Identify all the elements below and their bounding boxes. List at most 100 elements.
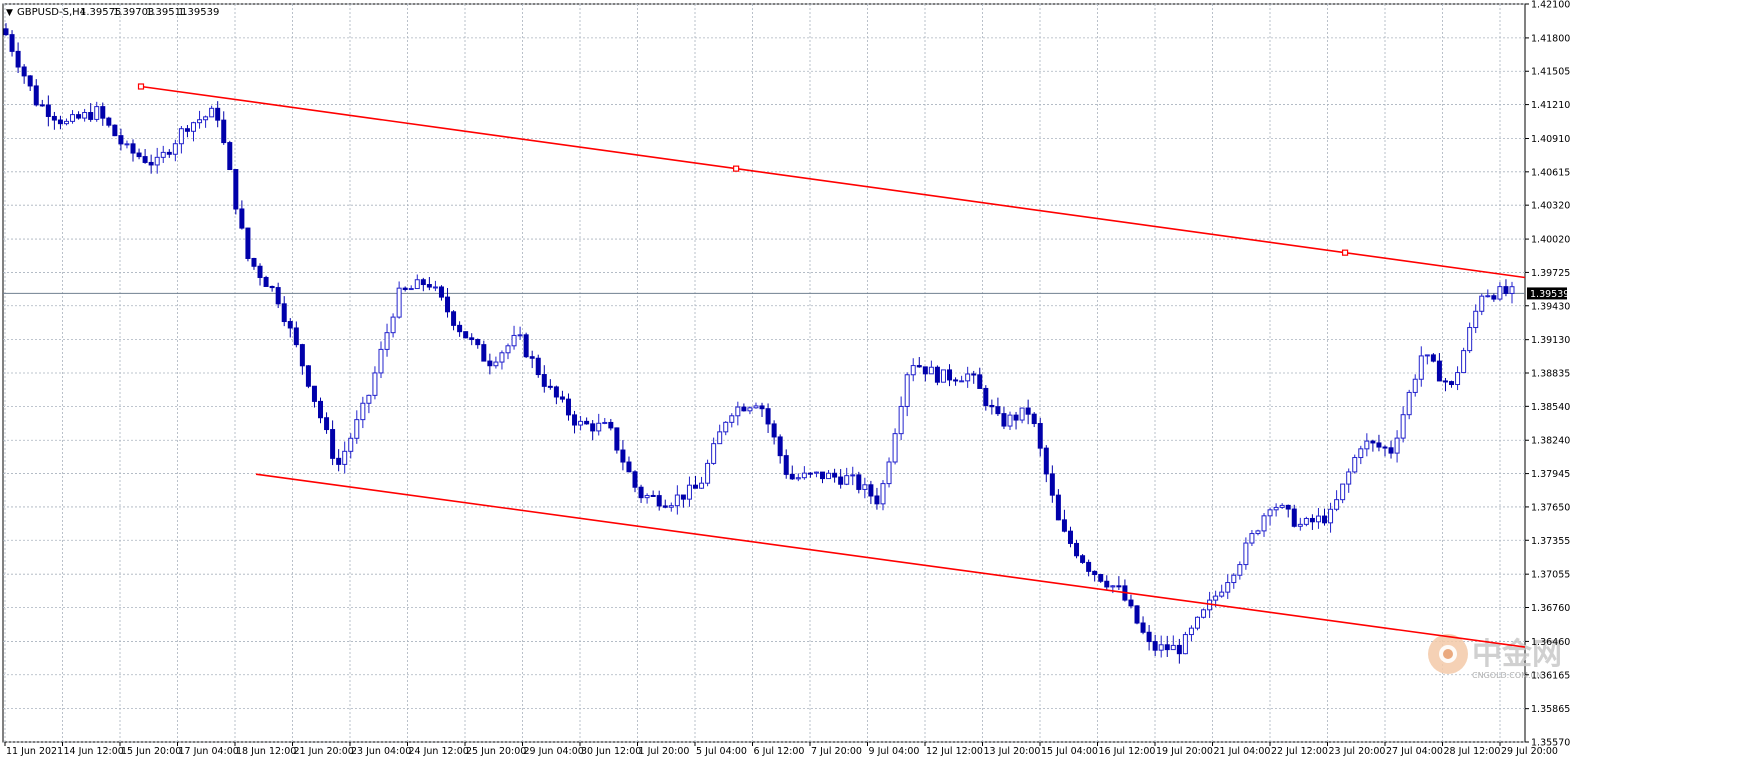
candle-body <box>523 334 529 358</box>
candle-body <box>747 407 753 412</box>
candle-body <box>432 286 438 289</box>
candle-body <box>160 151 166 158</box>
candle-body <box>130 143 136 154</box>
chart-menu-icon[interactable]: ▼ <box>6 8 13 18</box>
candle-body <box>505 345 511 354</box>
candle-body <box>590 423 596 432</box>
candle-body <box>783 455 789 475</box>
time-tick-label: 21 Jul 04:00 <box>1214 746 1271 757</box>
candle-body <box>1055 494 1061 521</box>
candle-body <box>1019 407 1025 421</box>
candle-body <box>57 119 63 125</box>
candle-body <box>801 472 807 479</box>
candle-body <box>172 143 178 155</box>
price-tick-label: 1.40910 <box>1531 134 1570 145</box>
candle-body <box>281 303 287 323</box>
candle-body <box>487 360 493 367</box>
candle-body <box>916 365 922 368</box>
candle-body <box>1080 555 1086 563</box>
candle-body <box>880 483 886 505</box>
candle-body <box>910 365 916 376</box>
time-tick-label: 23 Jun 04:00 <box>351 746 411 757</box>
candle-body <box>1382 446 1388 449</box>
time-axis[interactable]: 11 Jun 2021 14 Jun 12:0015 Jun 20:0017 Ju… <box>4 742 1558 757</box>
candle-body <box>928 366 934 375</box>
candle-body <box>438 286 444 298</box>
candle-body <box>1188 627 1194 636</box>
trend-line-handle[interactable] <box>733 165 740 172</box>
candle-body <box>1152 641 1158 651</box>
trend-line-handle[interactable] <box>1341 249 1349 256</box>
candle-body <box>51 115 57 121</box>
candle-body <box>892 433 898 463</box>
candle-body <box>287 321 293 329</box>
candle-body <box>1455 372 1461 386</box>
candle-body <box>348 437 354 452</box>
chart-window[interactable]: 中金网 CNGOLD.COM.CN ▼ GBPUSD-S,H4 1.39575 … <box>0 0 1740 762</box>
candle-body <box>983 387 989 406</box>
candle-body <box>396 287 402 318</box>
candle-body <box>493 361 499 367</box>
time-tick-label: 30 Jun 12:00 <box>581 746 641 757</box>
candle-body <box>1037 423 1043 449</box>
candle-body <box>596 422 602 432</box>
candle-body <box>215 107 221 121</box>
candle-body <box>390 316 396 334</box>
candle-body <box>70 114 76 122</box>
candle-body <box>251 257 257 267</box>
candle-body <box>789 473 795 480</box>
candle-body <box>178 128 184 145</box>
candle-body <box>844 475 850 485</box>
candle-body <box>632 471 638 488</box>
candle-body <box>723 421 729 433</box>
candle-body <box>662 505 668 508</box>
candle-body <box>578 420 584 426</box>
candle-body <box>203 116 209 121</box>
candle-body <box>330 429 336 459</box>
candle-body <box>21 66 27 77</box>
candle-body <box>820 471 826 480</box>
candle-body <box>263 276 269 287</box>
candle-body <box>1249 533 1255 544</box>
candle-body <box>1388 447 1394 454</box>
candle-body <box>1092 570 1098 576</box>
candle-body <box>1424 354 1430 357</box>
candle-body <box>1285 504 1291 510</box>
candle-body <box>3 28 9 36</box>
candle-body <box>1170 644 1176 651</box>
candle-body <box>420 279 426 286</box>
candle-body <box>922 366 928 375</box>
candle-body <box>293 327 299 346</box>
candle-body <box>947 369 953 381</box>
candle-body <box>1007 414 1013 427</box>
time-tick-label: 12 Jul 12:00 <box>926 746 983 757</box>
candle-body <box>692 484 698 489</box>
candle-body <box>626 461 632 473</box>
price-axis[interactable]: 1.42100 1.41800 1.41505 1.41210 1.40910 1.406… <box>1525 0 1570 749</box>
candle-body <box>342 450 348 465</box>
candle-body <box>378 348 384 374</box>
time-tick-label: 19 Jul 20:00 <box>1156 746 1213 757</box>
trend-line-handle[interactable] <box>137 83 145 90</box>
candle-body <box>1406 391 1412 416</box>
time-tick-label: 29 Jul 20:00 <box>1501 746 1558 757</box>
candle-body <box>832 472 838 478</box>
candle-body <box>904 374 910 407</box>
candle-body <box>674 494 680 507</box>
time-tick-label: 28 Jul 12:00 <box>1444 746 1501 757</box>
candle-body <box>1201 609 1207 618</box>
candle-body <box>1194 616 1200 629</box>
candle-body <box>1436 360 1442 382</box>
candle-body <box>547 385 553 388</box>
candle-body <box>166 151 172 155</box>
candle-body <box>1104 580 1110 588</box>
candle-body <box>813 471 819 474</box>
candle-body <box>142 156 148 163</box>
candle-body <box>856 474 862 490</box>
time-tick-label: 27 Jul 04:00 <box>1386 746 1443 757</box>
candle-body <box>154 156 160 166</box>
candle-body <box>529 356 535 359</box>
candle-body <box>1164 644 1170 651</box>
candle-body <box>451 311 457 326</box>
price-tick-label: 1.35865 <box>1531 704 1570 715</box>
